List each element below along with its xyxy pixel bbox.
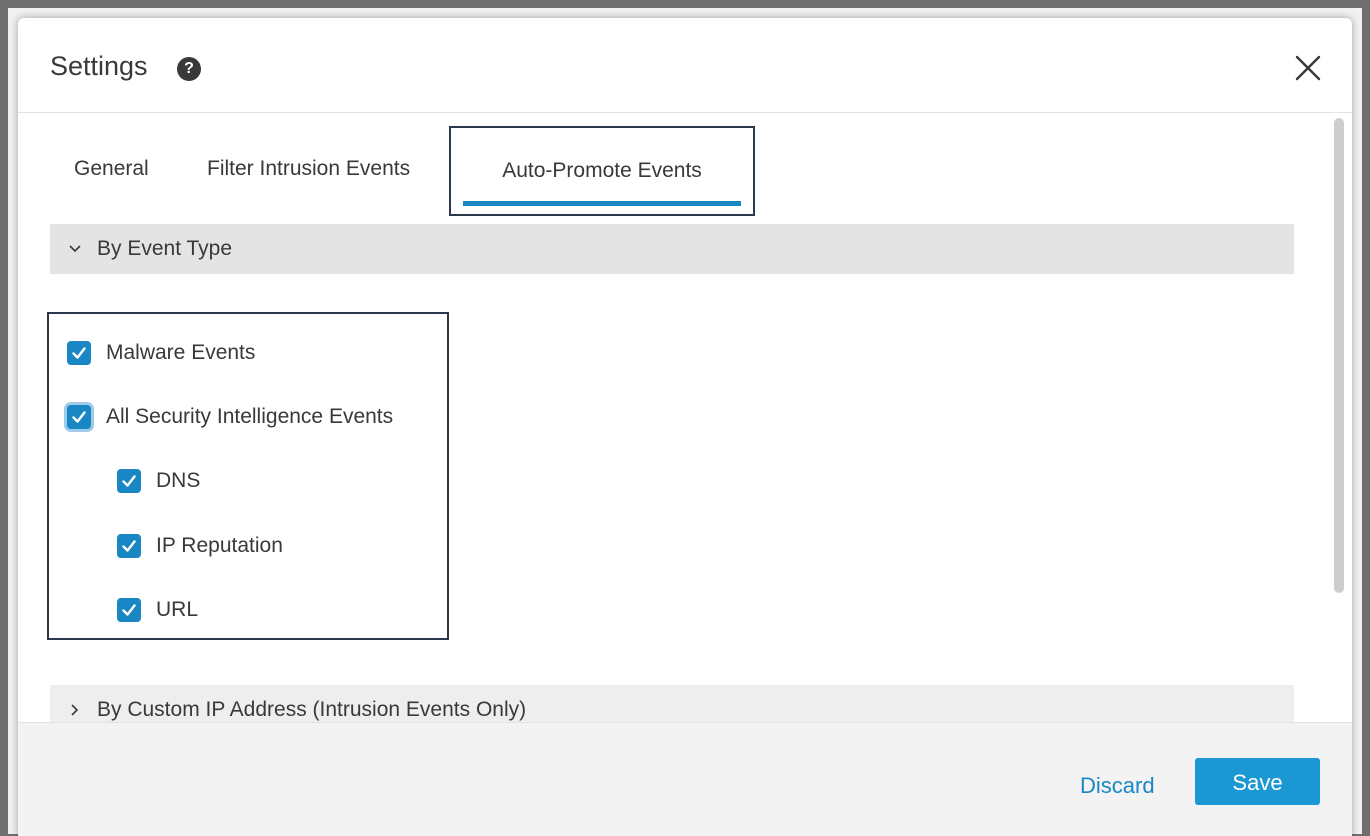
dialog-header: Settings ? — [18, 18, 1352, 113]
settings-tabs: General Filter Intrusion Events Auto-Pro… — [50, 126, 770, 216]
tab-label: General — [74, 157, 149, 180]
dialog-footer: Discard Save — [18, 722, 1352, 836]
scrollbar[interactable] — [1332, 118, 1344, 736]
checkbox-checked-icon[interactable] — [67, 341, 91, 365]
checkbox-dns[interactable]: DNS — [117, 466, 200, 496]
checkbox-label: URL — [156, 598, 199, 621]
save-button[interactable]: Save — [1195, 758, 1320, 805]
checkbox-label: IP Reputation — [156, 534, 283, 557]
checkbox-checked-icon[interactable] — [67, 405, 91, 429]
event-type-options: Malware Events All Security Intelligence… — [47, 312, 449, 640]
scrollbar-thumb[interactable] — [1334, 118, 1344, 593]
checkbox-malware-events[interactable]: Malware Events — [67, 338, 255, 368]
tab-auto-promote-events[interactable]: Auto-Promote Events — [449, 126, 755, 216]
tab-label: Filter Intrusion Events — [207, 157, 411, 180]
chevron-down-icon — [68, 224, 82, 274]
dialog-title: Settings — [50, 51, 148, 81]
checkbox-label: All Security Intelligence Events — [106, 405, 394, 428]
checkbox-checked-icon[interactable] — [117, 598, 141, 622]
section-label: By Event Type — [97, 237, 233, 260]
section-by-event-type[interactable]: By Event Type — [50, 224, 1294, 274]
checkbox-all-security-intelligence-events[interactable]: All Security Intelligence Events — [67, 402, 393, 432]
tab-filter-intrusion-events[interactable]: Filter Intrusion Events — [207, 126, 410, 216]
checkbox-ip-reputation[interactable]: IP Reputation — [117, 531, 283, 561]
checkbox-checked-icon[interactable] — [117, 469, 141, 493]
checkbox-label: Malware Events — [106, 341, 256, 364]
settings-dialog: Settings ? General Filter Intrusion Even… — [18, 18, 1352, 836]
close-icon[interactable] — [1290, 50, 1326, 86]
question-mark-icon[interactable]: ? — [177, 57, 201, 81]
tab-label: Auto-Promote Events — [502, 159, 702, 182]
active-tab-indicator — [463, 201, 741, 206]
checkbox-checked-icon[interactable] — [117, 534, 141, 558]
discard-button[interactable]: Discard — [1072, 767, 1163, 805]
checkbox-label: DNS — [156, 469, 201, 492]
checkbox-url[interactable]: URL — [117, 595, 198, 625]
tab-general[interactable]: General — [74, 126, 149, 216]
